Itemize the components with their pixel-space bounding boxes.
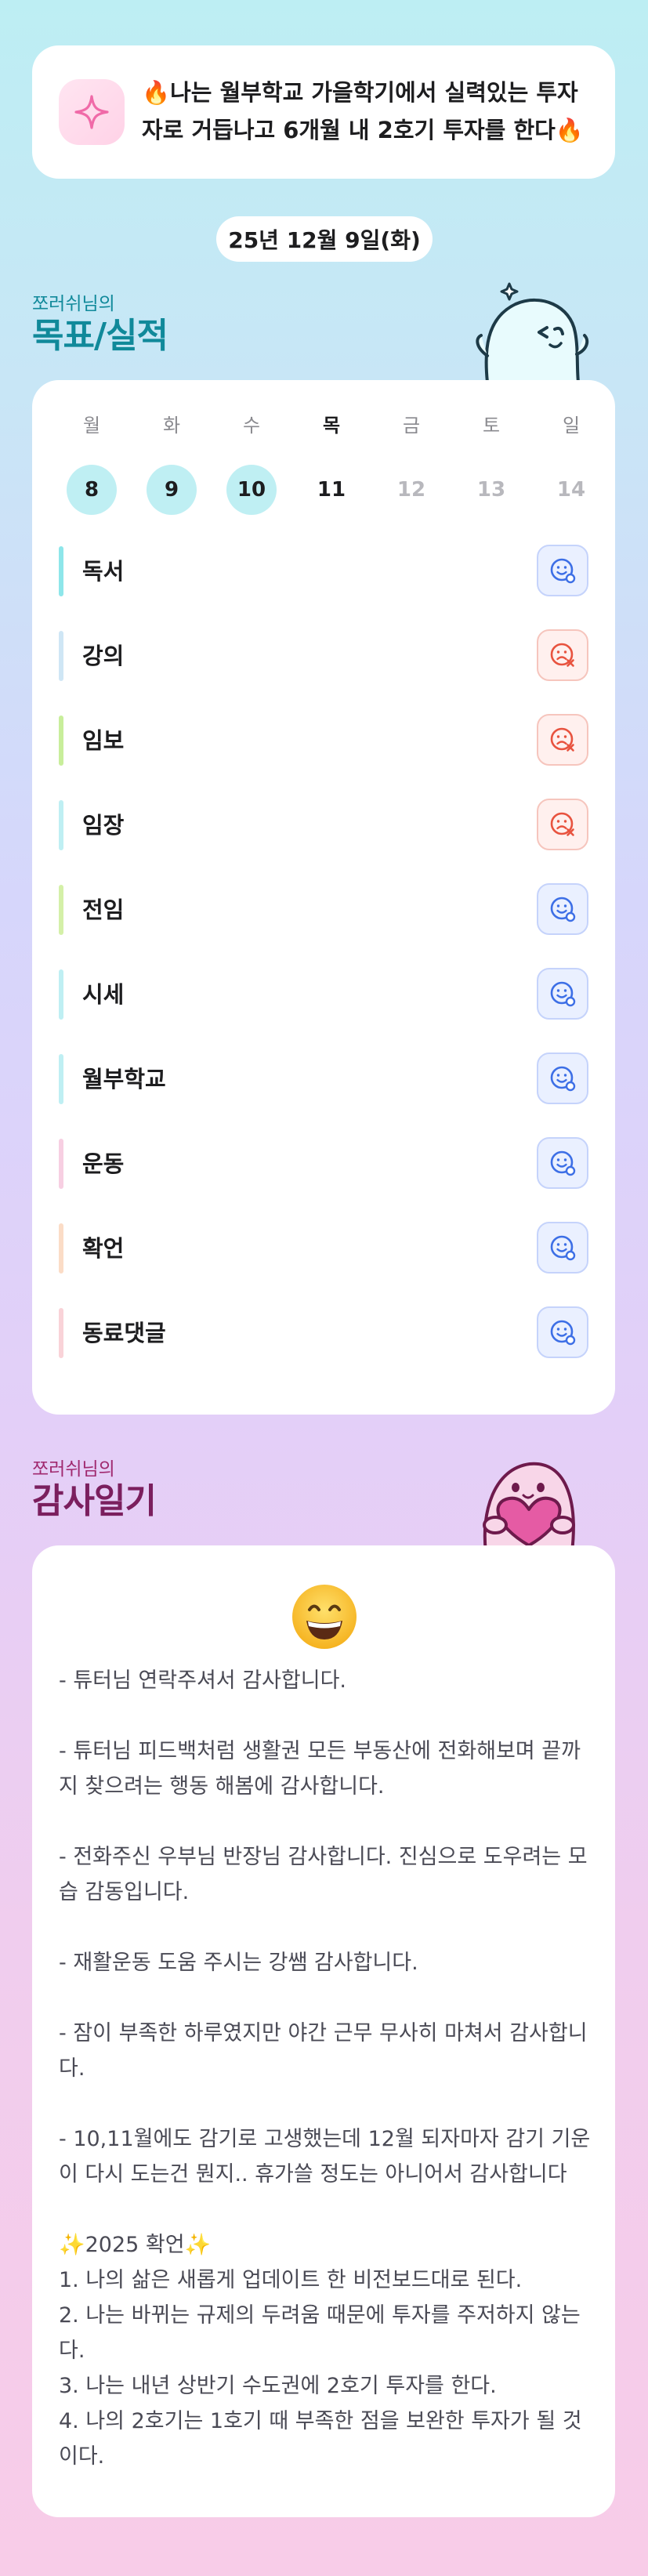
task-color-bar [59, 546, 63, 596]
task-color-bar [59, 1308, 63, 1358]
task-color-bar [59, 800, 63, 850]
task-row[interactable]: 임보 [59, 714, 588, 767]
weekday-wed: 수 [242, 415, 261, 437]
status-done-icon[interactable] [537, 1137, 588, 1189]
task-label: 임보 [82, 727, 125, 754]
day-14[interactable]: 14 [546, 465, 596, 515]
ghost-mascot-icon [470, 281, 596, 384]
gratitude-card: - 튜터님 연락주셔서 감사합니다. - 튜터님 피드백처럼 생활권 모든 부동… [32, 1545, 615, 2517]
task-row[interactable]: 확언 [59, 1222, 588, 1275]
goals-section-title: 목표/실적 [32, 316, 168, 356]
day-13[interactable]: 13 [466, 465, 516, 515]
status-done-icon[interactable] [537, 545, 588, 596]
task-color-bar [59, 885, 63, 935]
task-label: 시세 [82, 981, 125, 1008]
task-color-bar [59, 631, 63, 681]
status-missed-icon[interactable] [537, 799, 588, 850]
weekday-sat: 토 [482, 415, 501, 437]
weekday-fri: 금 [402, 415, 421, 437]
status-missed-icon[interactable] [537, 629, 588, 681]
date-pill: 25년 12월 9일(화) [216, 216, 433, 262]
sparkle-icon [59, 79, 125, 145]
gratitude-section-title: 감사일기 [32, 1481, 157, 1521]
task-label: 동료댓글 [82, 1320, 166, 1346]
heart-mascot-icon [462, 1450, 596, 1553]
day-9[interactable]: 9 [147, 465, 197, 515]
task-row[interactable]: 동료댓글 [59, 1306, 588, 1360]
status-done-icon[interactable] [537, 1306, 588, 1358]
status-done-icon[interactable] [537, 968, 588, 1020]
task-row[interactable]: 월부학교 [59, 1053, 588, 1106]
status-done-icon[interactable] [537, 1222, 588, 1274]
task-row[interactable]: 강의 [59, 629, 588, 683]
task-color-bar [59, 1223, 63, 1274]
goal-text: 🔥나는 월부학교 가을학기에서 실력있는 투자자로 거듭나고 6개월 내 2호기… [142, 79, 584, 143]
task-row[interactable]: 전임 [59, 883, 588, 937]
task-color-bar [59, 716, 63, 766]
task-label: 전임 [82, 897, 125, 923]
task-color-bar [59, 969, 63, 1020]
goals-card: 월 화 수 목 금 토 일 8 9 10 11 12 13 14 독서강의임보임… [32, 380, 615, 1415]
task-label: 독서 [82, 558, 125, 585]
day-10[interactable]: 10 [226, 465, 277, 515]
task-label: 확언 [82, 1235, 125, 1262]
day-11[interactable]: 11 [306, 465, 357, 515]
status-done-icon[interactable] [537, 1053, 588, 1104]
task-row[interactable]: 독서 [59, 545, 588, 598]
task-row[interactable]: 임장 [59, 799, 588, 852]
task-label: 운동 [82, 1150, 125, 1177]
weekday-thu: 목 [322, 415, 341, 437]
day-8[interactable]: 8 [67, 465, 117, 515]
task-label: 강의 [82, 643, 125, 669]
gratitude-body: - 튜터님 연락주셔서 감사합니다. - 튜터님 피드백처럼 생활권 모든 부동… [59, 1668, 591, 2469]
weekday-sun: 일 [562, 415, 581, 437]
status-missed-icon[interactable] [537, 714, 588, 766]
grinning-face-icon [291, 1583, 358, 1650]
task-row[interactable]: 시세 [59, 968, 588, 1021]
weekday-tue: 화 [162, 415, 181, 437]
task-label: 월부학교 [82, 1066, 166, 1092]
weekday-mon: 월 [82, 415, 101, 437]
task-row[interactable]: 운동 [59, 1137, 588, 1190]
task-color-bar [59, 1139, 63, 1189]
day-12[interactable]: 12 [386, 465, 436, 515]
goal-banner: 🔥나는 월부학교 가을학기에서 실력있는 투자자로 거듭나고 6개월 내 2호기… [32, 45, 615, 179]
status-done-icon[interactable] [537, 883, 588, 935]
task-label: 임장 [82, 812, 125, 839]
task-color-bar [59, 1054, 63, 1104]
